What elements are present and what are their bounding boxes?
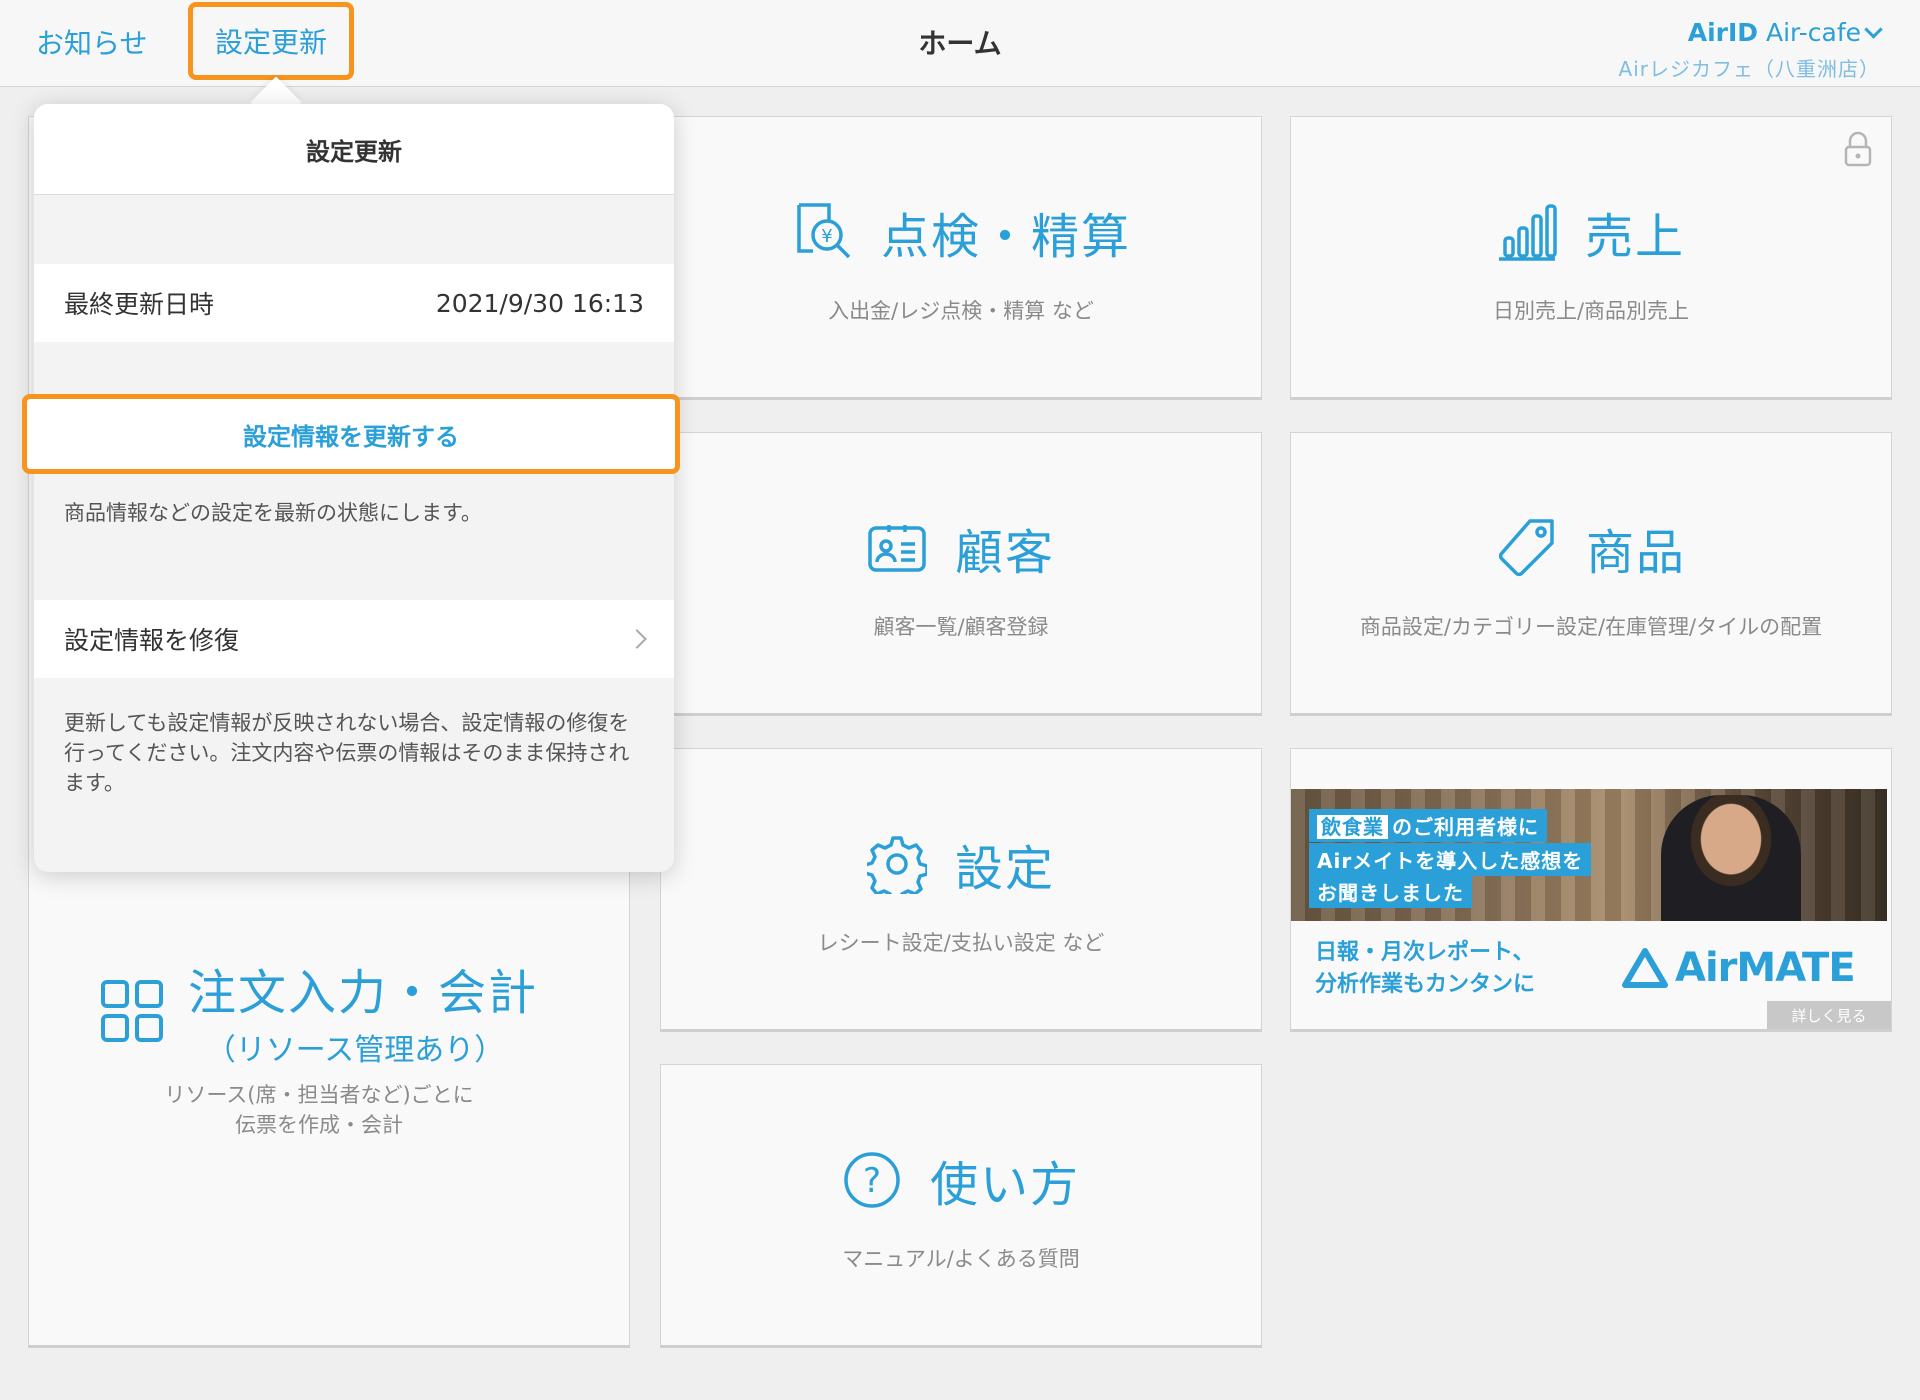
- inspection-title: 点検・精算: [880, 209, 1131, 265]
- inspection-subtitle: 入出金/レジ点検・精算 など: [828, 299, 1094, 323]
- chevron-right-icon: [627, 629, 647, 649]
- account-prefix: AirID: [1687, 18, 1759, 47]
- tile-settings[interactable]: 設定 レシート設定/支払い設定 など: [660, 748, 1262, 1032]
- last-updated-label: 最終更新日時: [64, 290, 215, 319]
- store-name: Airレジカフェ（八重洲店）: [1618, 57, 1880, 81]
- customer-head: 顧客: [661, 513, 1261, 583]
- order-subtitle-1: リソース(席・担当者など)ごとに: [164, 1083, 474, 1107]
- customer-title: 顧客: [954, 525, 1055, 581]
- last-updated-value: 2021/9/30 16:13: [435, 288, 644, 318]
- ad-person-image: [1661, 795, 1801, 921]
- tile-howto[interactable]: ? 使い方 マニュアル/よくある質問: [660, 1064, 1262, 1348]
- howto-subtitle: マニュアル/よくある質問: [842, 1247, 1080, 1271]
- sales-title: 売上: [1584, 209, 1685, 265]
- sales-head: 売上: [1291, 197, 1891, 267]
- svg-text:¥: ¥: [821, 226, 832, 247]
- tile-sales[interactable]: 売上 日別売上/商品別売上: [1290, 116, 1892, 400]
- help-circle-icon: ?: [842, 1150, 902, 1210]
- ad-copy: 日報・月次レポート、 分析作業もカンタンに: [1315, 937, 1535, 1001]
- sales-subtitle: 日別売上/商品別売上: [1492, 299, 1690, 323]
- popover-title: 設定更新: [34, 104, 674, 195]
- lock-icon: [1843, 131, 1873, 171]
- svg-text:?: ?: [863, 1161, 881, 1201]
- grid-icon: [100, 979, 164, 1043]
- last-updated-row: 最終更新日時 2021/9/30 16:13: [34, 264, 674, 342]
- update-settings-button[interactable]: 設定情報を更新する: [22, 394, 680, 474]
- ad-tag-line1-text: のご利用者様に: [1392, 815, 1539, 839]
- airmate-triangle-icon: [1622, 948, 1668, 988]
- bar-chart-icon: [1497, 202, 1557, 262]
- airmate-logo: AirMATE: [1621, 945, 1856, 991]
- ad-tag-highlight: 飲食業: [1317, 815, 1388, 839]
- ad-tag-line1: 飲食業 のご利用者様に: [1309, 809, 1547, 842]
- receipt-search-icon: ¥: [791, 201, 853, 263]
- settings-head: 設定: [661, 829, 1261, 899]
- gear-icon: [866, 834, 927, 894]
- ad-more-link[interactable]: 詳しく見る: [1767, 1001, 1891, 1029]
- repair-note: 更新しても設定情報が反映されない場合、設定情報の修復を行ってください。注文内容や…: [64, 711, 630, 795]
- tile-airmate-ad[interactable]: 飲食業 のご利用者様に Airメイトを導入した感想を お聞きしました 日報・月次レ…: [1290, 748, 1892, 1032]
- howto-head: ? 使い方: [661, 1145, 1261, 1215]
- customer-subtitle: 顧客一覧/顧客登録: [873, 615, 1049, 639]
- tile-inspection[interactable]: ¥ 点検・精算 入出金/レジ点検・精算 など: [660, 116, 1262, 400]
- account-switcher[interactable]: AirID Air-cafe Airレジカフェ（八重洲店）: [1618, 18, 1883, 82]
- settings-subtitle: レシート設定/支払い設定 など: [817, 931, 1105, 955]
- airmate-logo-text: AirMATE: [1675, 945, 1856, 991]
- howto-title: 使い方: [929, 1157, 1080, 1213]
- order-subtitle-2: 伝票を作成・会計: [235, 1113, 403, 1137]
- repair-settings-label: 設定情報を修復: [64, 626, 240, 655]
- tile-customer[interactable]: 顧客 顧客一覧/顧客登録: [660, 432, 1262, 716]
- tag-icon: [1496, 517, 1558, 579]
- ad-tag-line3: お聞きしました: [1309, 875, 1472, 908]
- order-title: 注文入力・会計: [187, 965, 538, 1021]
- order-title-sub: （リソース管理あり）: [205, 1033, 505, 1068]
- customer-card-icon: [867, 522, 927, 574]
- ad-photo: 飲食業 のご利用者様に Airメイトを導入した感想を お聞きしました: [1291, 789, 1887, 921]
- chevron-down-icon: [1864, 20, 1883, 39]
- ad-copy-line1: 日報・月次レポート、: [1315, 940, 1535, 965]
- ad-copy-line2: 分析作業もカンタンに: [1315, 972, 1536, 997]
- update-note: 商品情報などの設定を最新の状態にします。: [64, 501, 482, 525]
- tile-product[interactable]: 商品 商品設定/カテゴリー設定/在庫管理/タイルの配置: [1290, 432, 1892, 716]
- settings-update-popover: 設定更新 最終更新日時 2021/9/30 16:13 商品情報などの設定を最新…: [34, 104, 674, 872]
- ad-tag-line2: Airメイトを導入した感想を: [1309, 843, 1592, 876]
- product-subtitle: 商品設定/カテゴリー設定/在庫管理/タイルの配置: [1359, 615, 1823, 639]
- product-head: 商品: [1291, 513, 1891, 583]
- inspection-head: ¥ 点検・精算: [661, 197, 1261, 267]
- repair-settings-row[interactable]: 設定情報を修復: [34, 600, 674, 678]
- account-name: Air-cafe: [1766, 18, 1861, 47]
- settings-title: 設定: [954, 841, 1055, 897]
- order-head: 注文入力・会計 （リソース管理あり）: [9, 953, 629, 1069]
- product-title: 商品: [1585, 525, 1686, 581]
- top-bar: お知らせ 設定更新 ホーム AirID Air-cafe Airレジカフェ（八重…: [0, 0, 1920, 87]
- account-id[interactable]: AirID Air-cafe: [1619, 18, 1883, 47]
